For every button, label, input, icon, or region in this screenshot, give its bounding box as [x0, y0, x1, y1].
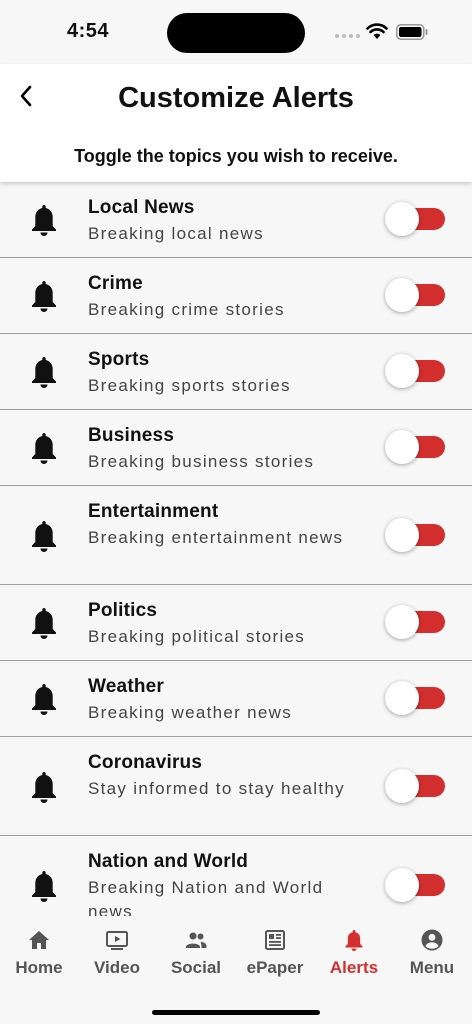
alert-title: Weather [88, 676, 165, 697]
bell-icon [32, 281, 56, 312]
alert-row-weather: Weather Breaking weather news [0, 661, 472, 737]
alert-text: Business Breaking business stories [88, 424, 362, 474]
alert-row-politics: Politics Breaking political stories [0, 585, 472, 661]
alert-list: Local News Breaking local news Crime Bre… [0, 182, 472, 916]
alert-text: Politics Breaking political stories [88, 599, 362, 649]
wifi-icon [366, 23, 388, 39]
tab-label: Home [15, 958, 63, 977]
alert-title: Business [88, 425, 175, 446]
alert-row-coronavirus: Coronavirus Stay informed to stay health… [0, 737, 472, 836]
page-title: Customize Alerts [118, 82, 354, 114]
alert-description: Stay informed to stay healthy [88, 779, 345, 798]
video-icon [106, 931, 128, 950]
alert-description: Breaking crime stories [88, 300, 285, 319]
cellular-signal-icon [335, 34, 360, 38]
weather-toggle[interactable] [385, 681, 445, 715]
tab-label: Social [170, 958, 222, 977]
header: Customize Alerts Toggle the topics you w… [0, 64, 472, 182]
people-icon [186, 932, 207, 948]
nation-and-world-toggle[interactable] [385, 868, 445, 902]
alert-title: Local News [88, 197, 195, 218]
coronavirus-toggle[interactable] [385, 769, 445, 803]
dynamic-island [167, 13, 305, 53]
alert-title: Entertainment [88, 501, 219, 522]
bell-icon [32, 433, 56, 464]
alert-title: Politics [88, 600, 158, 621]
bell-icon [32, 357, 56, 388]
bell-icon [32, 684, 56, 715]
alert-description: Breaking local news [88, 224, 264, 243]
sports-toggle[interactable] [385, 354, 445, 388]
bell-icon [32, 521, 56, 552]
alert-text: Coronavirus Stay informed to stay health… [88, 751, 362, 801]
tab-menu[interactable]: Menu [393, 928, 471, 984]
tab-video[interactable]: Video [78, 928, 156, 984]
status-bar: 4:54 [0, 0, 472, 64]
account-circle-icon [421, 929, 443, 951]
tab-label: Video [94, 958, 140, 977]
alert-row-local-news: Local News Breaking local news [0, 182, 472, 258]
bell-icon [32, 608, 56, 639]
page-subtitle: Toggle the topics you wish to receive. [74, 146, 398, 166]
alert-row-sports: Sports Breaking sports stories [0, 334, 472, 410]
alert-description: Breaking business stories [88, 452, 315, 471]
tab-label: Alerts [329, 958, 379, 977]
alert-row-business: Business Breaking business stories [0, 410, 472, 486]
alert-description: Breaking weather news [88, 703, 293, 722]
alert-description: Breaking Nation and World news [88, 878, 324, 916]
tab-label: ePaper [246, 958, 304, 977]
bell-icon [345, 930, 363, 951]
alert-text: Crime Breaking crime stories [88, 272, 362, 322]
local-news-toggle[interactable] [385, 202, 445, 236]
tab-label: Menu [409, 958, 455, 977]
tab-alerts[interactable]: Alerts [315, 928, 393, 984]
alert-title: Nation and World [88, 851, 249, 872]
alert-row-crime: Crime Breaking crime stories [0, 258, 472, 334]
home-indicator [152, 1010, 320, 1015]
entertainment-toggle[interactable] [385, 518, 445, 552]
alert-row-nation-and-world: Nation and World Breaking Nation and Wor… [0, 836, 472, 916]
tab-bar: Home Video Social ePaper Alerts Menu [0, 916, 472, 1024]
business-toggle[interactable] [385, 430, 445, 464]
alert-row-entertainment: Entertainment Breaking entertainment new… [0, 486, 472, 585]
alert-description: Breaking entertainment news [88, 528, 344, 547]
alert-text: Weather Breaking weather news [88, 675, 362, 725]
home-icon [29, 931, 49, 949]
alert-description: Breaking political stories [88, 627, 306, 646]
tab-social[interactable]: Social [157, 928, 235, 984]
alert-title: Crime [88, 273, 143, 294]
status-time: 4:54 [67, 20, 110, 42]
alert-title: Coronavirus [88, 752, 203, 773]
bell-icon [32, 871, 56, 902]
tab-epaper[interactable]: ePaper [236, 928, 314, 984]
bell-icon [32, 205, 56, 236]
battery-icon [396, 24, 428, 40]
alert-description: Breaking sports stories [88, 376, 291, 395]
bell-icon [32, 772, 56, 803]
alert-text: Nation and World Breaking Nation and Wor… [88, 850, 362, 916]
tab-home[interactable]: Home [0, 928, 78, 984]
politics-toggle[interactable] [385, 605, 445, 639]
alert-text: Entertainment Breaking entertainment new… [88, 500, 362, 550]
crime-toggle[interactable] [385, 278, 445, 312]
alert-title: Sports [88, 349, 150, 370]
alert-text: Sports Breaking sports stories [88, 348, 362, 398]
alert-text: Local News Breaking local news [88, 196, 362, 246]
newspaper-icon [265, 930, 285, 950]
